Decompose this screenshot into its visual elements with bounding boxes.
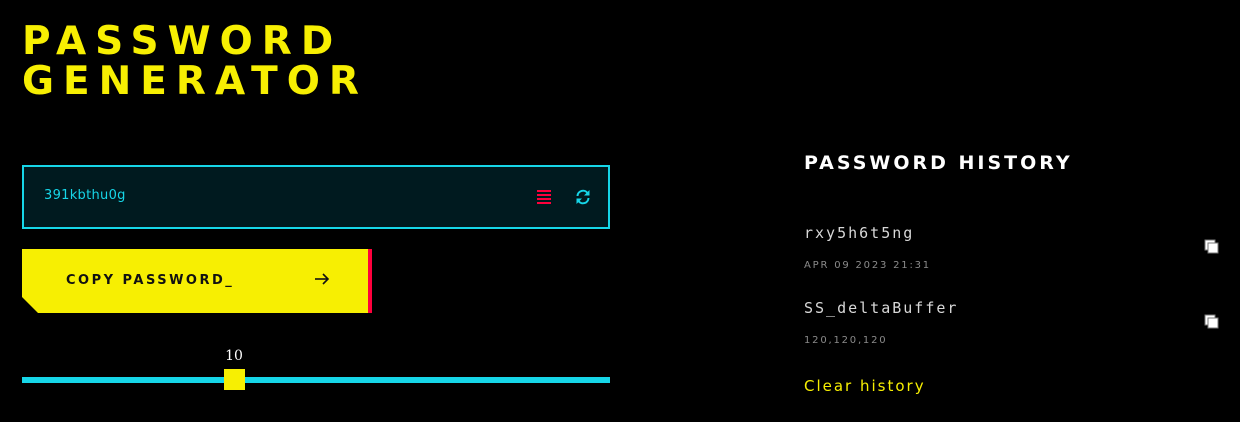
history-title: PASSWORD HISTORY — [804, 152, 1073, 174]
slider-track[interactable] — [22, 377, 610, 383]
password-generator-page: PASSWORD GENERATOR 391kbthu0g COPY PASSW… — [0, 0, 1240, 422]
title-line-1: PASSWORD — [22, 19, 343, 64]
arrow-right-icon — [315, 273, 330, 285]
copy-password-button[interactable]: COPY PASSWORD_ — [22, 249, 372, 313]
length-slider[interactable]: 10 — [22, 340, 610, 400]
refresh-icon[interactable] — [574, 188, 592, 206]
title-line-2: GENERATOR — [22, 59, 368, 104]
history-meta: APR 09 2023 21:31 — [804, 260, 931, 271]
password-history-panel: PASSWORD HISTORY rxy5h6t5ng APR 09 2023 … — [804, 152, 1224, 395]
history-meta: 120,120,120 — [804, 335, 888, 346]
page-title: PASSWORD GENERATOR — [22, 22, 368, 102]
copy-password-label: COPY PASSWORD_ — [66, 273, 235, 288]
history-item: rxy5h6t5ng APR 09 2023 21:31 — [804, 224, 1224, 299]
slider-thumb[interactable] — [224, 369, 245, 390]
history-password: rxy5h6t5ng — [804, 224, 915, 242]
history-item: SS_deltaBuffer 120,120,120 — [804, 299, 1224, 374]
history-list: rxy5h6t5ng APR 09 2023 21:31 SS_deltaBuf… — [804, 224, 1224, 374]
strength-bars-icon — [537, 190, 551, 204]
password-display-field[interactable]: 391kbthu0g — [22, 165, 610, 229]
copy-icon[interactable] — [1204, 239, 1220, 255]
history-password: SS_deltaBuffer — [804, 299, 959, 317]
length-value: 10 — [225, 348, 243, 364]
copy-icon[interactable] — [1204, 314, 1220, 330]
clear-history-link[interactable]: Clear history — [804, 377, 926, 395]
generated-password[interactable]: 391kbthu0g — [44, 188, 126, 203]
